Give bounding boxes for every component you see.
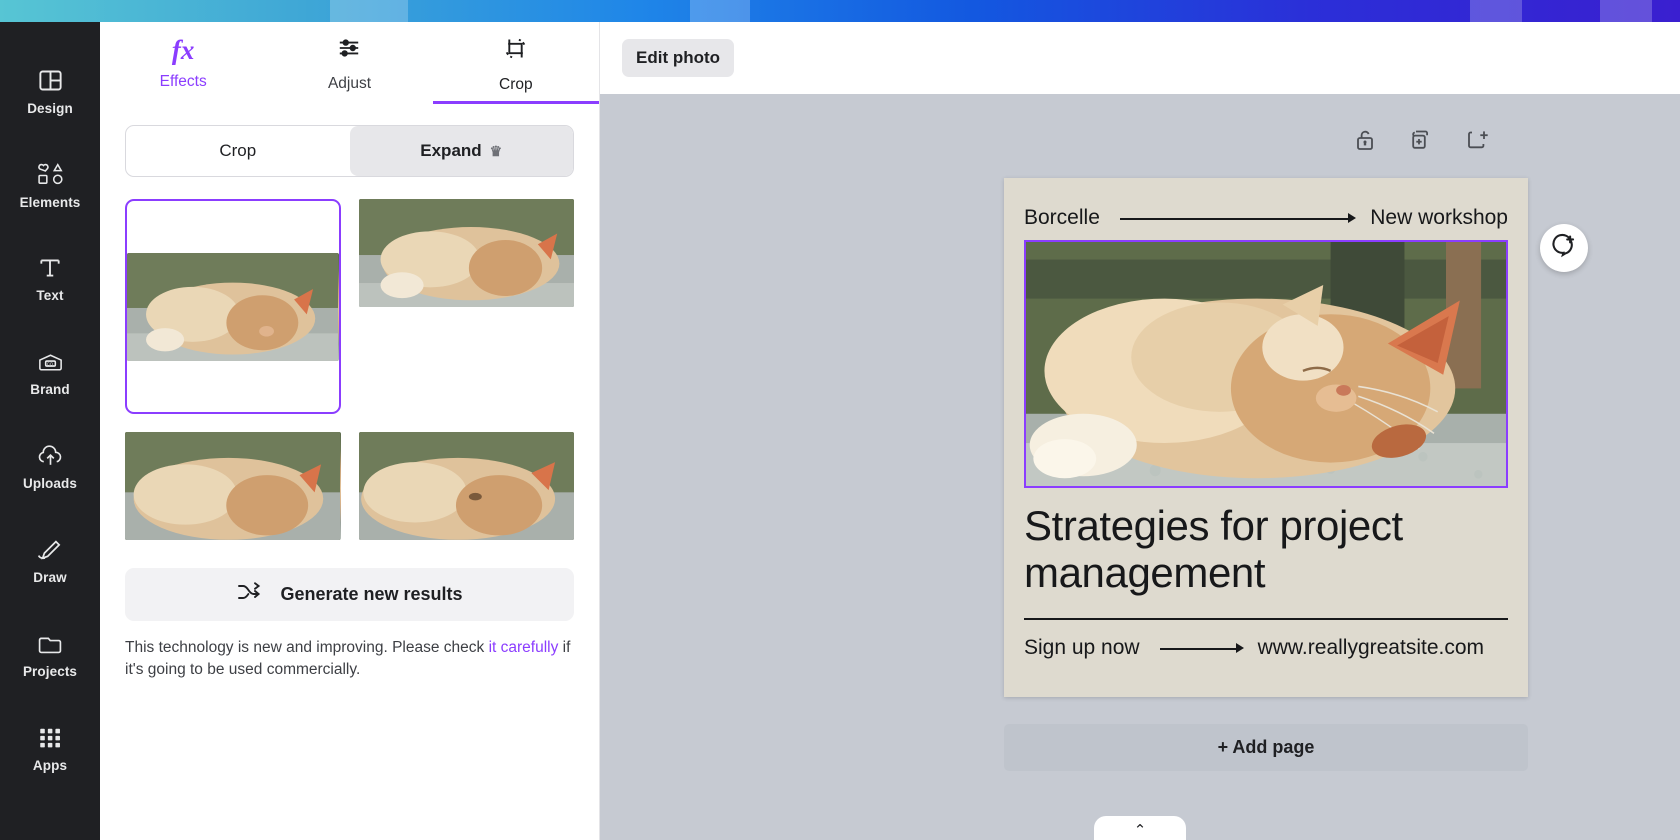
left-rail: Design Elements Text CO. Brand Uploads D… [0,22,100,840]
segment-expand-label: Expand [420,141,482,160]
add-page-icon[interactable] [1466,128,1490,157]
disclaimer-text: This technology is new and improving. Pl… [125,637,574,682]
folder-icon [36,632,64,657]
gradient-highlight-3 [1470,0,1522,22]
sidebar-item-apps[interactable]: Apps [0,702,100,796]
sidebar-item-label: Draw [33,570,67,585]
grid-apps-icon [37,725,63,751]
sidebar-item-label: Text [36,288,64,303]
result-thumbnail[interactable] [358,199,574,307]
tab-label: Adjust [327,75,372,92]
layout-icon [37,67,64,94]
brand-text[interactable]: Borcelle [1024,206,1100,230]
bottom-panel-toggle[interactable]: ⌃ [1094,816,1186,840]
tab-label: Effects [159,73,207,90]
browser-gradient-bar [0,0,1680,22]
sidebar-item-label: Elements [19,194,81,210]
add-page-label: + Add page [1217,737,1315,757]
edit-photo-label: Edit photo [636,48,721,67]
gradient-highlight-4 [1600,0,1652,22]
result-thumbnail[interactable] [358,432,574,540]
result-thumbnail[interactable] [125,432,341,540]
selected-photo-element[interactable] [1024,240,1508,488]
cat-photo-illustration [125,432,341,540]
cat-photo-illustration [358,432,574,540]
canva-editor-window: Design Elements Text CO. Brand Uploads D… [0,0,1680,840]
sidebar-item-projects[interactable]: Projects [0,608,100,702]
result-preview-image [127,252,339,361]
add-page-button[interactable]: + Add page [1004,724,1528,771]
sidebar-item-label: Projects [22,663,78,679]
cat-photo-illustration [358,199,574,307]
workshop-text[interactable]: New workshop [1370,206,1508,230]
add-comment-icon [1551,233,1577,263]
fx-icon: fx [171,35,195,65]
tab-effects[interactable]: fx Effects [100,22,266,100]
svg-text:CO.: CO. [46,361,54,366]
photo-edit-panel: fx Effects Adjust Crop Crop Expand ♛ Gen… [100,22,600,840]
tab-adjust[interactable]: Adjust [266,22,432,100]
sidebar-item-elements[interactable]: Elements [0,138,100,232]
page-divider [1024,618,1508,621]
sidebar-item-label: Uploads [23,476,77,491]
pen-draw-icon [36,537,64,563]
editor-header: Edit photo [600,22,1680,94]
disclaimer-link[interactable]: it carefully [489,639,559,656]
sidebar-item-brand[interactable]: CO. Brand [0,326,100,420]
unlock-icon[interactable] [1354,128,1376,157]
signup-text[interactable]: Sign up now [1024,636,1140,660]
crop-expand-segmented: Crop Expand ♛ [125,125,574,177]
shapes-icon [36,161,65,188]
brand-card-icon: CO. [36,350,65,375]
crown-icon: ♛ [489,142,503,159]
gradient-highlight-1 [330,0,408,22]
segment-crop-label: Crop [219,141,257,160]
result-preview-image [125,432,341,540]
page-title[interactable]: Strategies for project management [1024,502,1508,596]
duplicate-page-icon[interactable] [1409,128,1433,157]
cat-photo-illustration [1026,242,1506,486]
segment-crop[interactable]: Crop [126,126,350,176]
generate-label: Generate new results [280,584,463,604]
arrow-divider-icon [1114,213,1357,223]
cat-photo-illustration [127,252,339,361]
edit-photo-button[interactable]: Edit photo [622,39,735,77]
panel-tabs: fx Effects Adjust Crop [100,22,600,104]
sidebar-item-label: Design [27,100,73,116]
expand-results-grid [125,199,574,540]
result-preview-image [358,432,574,540]
sidebar-item-label: Apps [32,758,68,773]
tab-label: Crop [499,75,533,93]
result-preview-image [358,199,574,307]
text-t-icon [37,255,63,281]
sidebar-item-uploads[interactable]: Uploads [0,420,100,514]
page-toolbar [1354,128,1490,157]
sidebar-item-design[interactable]: Design [0,44,100,138]
disclaimer-before: This technology is new and improving. Pl… [125,639,489,656]
sidebar-item-draw[interactable]: Draw [0,514,100,608]
design-page[interactable]: Borcelle New workshop Strategies for pro… [1004,178,1528,697]
result-thumbnail[interactable] [125,199,341,414]
page-header-row: Borcelle New workshop [1024,198,1508,238]
website-url-text[interactable]: www.reallygreatsite.com [1258,636,1484,660]
arrow-divider-icon [1154,643,1244,654]
canvas-area[interactable]: Borcelle New workshop Strategies for pro… [600,94,1680,840]
sliders-icon [336,35,362,66]
segment-expand[interactable]: Expand ♛ [349,126,573,176]
gradient-highlight-2 [690,0,750,22]
sidebar-item-label: Brand [30,381,70,397]
generate-new-results-button[interactable]: Generate new results [125,568,574,621]
add-comment-button[interactable] [1540,224,1588,272]
sidebar-item-text[interactable]: Text [0,232,100,326]
cloud-upload-icon [36,443,65,469]
page-footer-row: Sign up now www.reallygreatsite.com [1024,628,1508,668]
tab-crop[interactable]: Crop [432,22,600,104]
crop-rotate-icon [502,35,529,67]
shuffle-icon [236,581,262,608]
chevron-up-icon: ⌃ [1133,822,1147,839]
